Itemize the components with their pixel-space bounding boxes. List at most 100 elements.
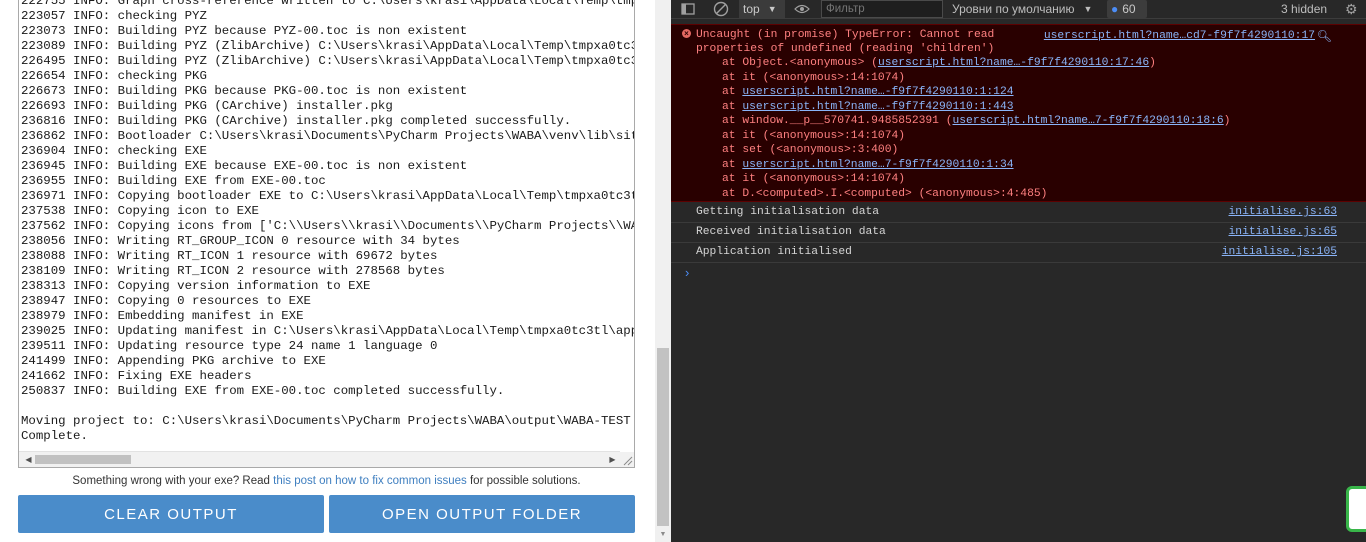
output-line: 223089 INFO: Building PYZ (ZlibArchive) … — [21, 39, 634, 53]
log-row: Received initialisation data initialise.j… — [671, 223, 1366, 243]
stack-frame: at userscript.html?name…-f9f7f4290110:1:… — [722, 85, 1014, 100]
stack-frame: at Object.<anonymous> (userscript.html?n… — [722, 56, 1156, 71]
output-line: 223057 INFO: checking PYZ — [21, 9, 207, 23]
output-line: 236816 INFO: Building PKG (CArchive) ins… — [21, 114, 572, 128]
log-source-link[interactable]: initialise.js:63 — [1229, 206, 1337, 218]
help-suffix: for possible solutions. — [466, 475, 581, 487]
stack-frame-link[interactable]: userscript.html?name…7-f9f7f4290110:18:6 — [953, 115, 1224, 127]
stack-frame-text: at — [722, 158, 743, 171]
stack-frame: at it (<anonymous>:14:1074) — [722, 172, 905, 187]
output-line: 238979 INFO: Embedding manifest in EXE — [21, 309, 304, 323]
stack-frame-text: at D.<computed>.I.<computed> (<anonymous… — [722, 187, 1048, 200]
output-line: 250837 INFO: Building EXE from EXE-00.to… — [21, 384, 505, 398]
error-source-link[interactable]: userscript.html?name…cd7-f9f7f4290110:17 — [1044, 30, 1315, 42]
output-line: 237562 INFO: Copying icons from ['C:\\Us… — [21, 219, 634, 233]
context-value: top — [743, 2, 760, 16]
vertical-scrollbar[interactable]: ▼ — [655, 0, 671, 542]
stack-frame: at userscript.html?name…7-f9f7f4290110:1… — [722, 158, 1014, 173]
error-line-1: Uncaught (in promise) TypeError: Cannot … — [696, 29, 995, 41]
output-line: 239511 INFO: Updating resource type 24 n… — [21, 339, 438, 353]
scroll-left-icon[interactable]: ◀ — [21, 452, 36, 467]
stack-frame-text: at — [722, 86, 743, 98]
log-levels-value: Уровни по умолчанию — [952, 2, 1075, 16]
stack-frame: at window.__p__570741.9485852391 (usersc… — [722, 114, 1230, 129]
error-circle-icon: × — [682, 29, 691, 38]
clear-output-button[interactable]: CLEAR OUTPUT — [18, 495, 324, 533]
stack-frame-text: at it (<anonymous>:14:1074) — [722, 129, 906, 142]
output-line: 236945 INFO: Building EXE because EXE-00… — [21, 159, 468, 173]
stack-frame-suffix: ) — [1149, 57, 1156, 69]
output-line: 236971 INFO: Copying bootloader EXE to C… — [21, 189, 634, 203]
output-line: 226495 INFO: Building PYZ (ZlibArchive) … — [21, 54, 634, 68]
message-count-badge[interactable]: ● 60 — [1107, 0, 1147, 18]
console-toolbar: top ▼ Уровни по умолчанию ▼ ● 60 3 hidde… — [671, 0, 1366, 19]
output-line: 237538 INFO: Copying icon to EXE — [21, 204, 259, 218]
stack-frame-link[interactable]: userscript.html?name…-f9f7f4290110:17:46 — [878, 57, 1149, 69]
settings-gear-icon[interactable]: ⚙ — [1345, 0, 1358, 18]
scroll-down-icon[interactable]: ▼ — [655, 528, 671, 540]
output-line: 238109 INFO: Writing RT_ICON 2 resource … — [21, 264, 445, 278]
output-line: 238088 INFO: Writing RT_ICON 1 resource … — [21, 249, 438, 263]
stack-frame-text: at Object.<anonymous> ( — [722, 57, 878, 69]
stack-frame-text: at window.__p__570741.9485852391 ( — [722, 115, 953, 127]
builder-pane: 222755 INFO: Graph cross-reference writt… — [0, 0, 655, 542]
horizontal-scroll-thumb[interactable] — [35, 455, 131, 464]
output-line: 236955 INFO: Building EXE from EXE-00.to… — [21, 174, 326, 188]
error-message[interactable]: × Uncaught (in promise) TypeError: Canno… — [671, 24, 1366, 202]
output-line: 239025 INFO: Updating manifest in C:\Use… — [21, 324, 634, 338]
log-levels-select[interactable]: Уровни по умолчанию ▼ — [952, 0, 1097, 18]
output-line: 241499 INFO: Appending PKG archive to EX… — [21, 354, 326, 368]
stack-frame: at set (<anonymous>:3:400) — [722, 143, 898, 158]
live-expression-eye-icon[interactable] — [794, 0, 810, 18]
help-prefix: Something wrong with your exe? Read — [72, 475, 274, 487]
output-line: 238947 INFO: Copying 0 resources to EXE — [21, 294, 311, 308]
log-message: Getting initialisation data — [696, 206, 880, 218]
output-line: 241662 INFO: Fixing EXE headers — [21, 369, 252, 383]
hidden-count: 3 hidden — [1281, 2, 1328, 16]
horizontal-scrollbar[interactable]: ◀ ▶ — [19, 451, 620, 467]
vertical-scroll-thumb[interactable] — [657, 348, 669, 526]
stack-frame-link[interactable]: userscript.html?name…7-f9f7f4290110:1:34 — [742, 159, 1013, 171]
output-line: 238313 INFO: Copying version information… — [21, 279, 371, 293]
log-source-link[interactable]: initialise.js:65 — [1229, 226, 1337, 238]
stack-frame: at D.<computed>.I.<computed> (<anonymous… — [722, 187, 1047, 202]
floating-widget[interactable] — [1346, 486, 1366, 532]
stack-frame-suffix: ) — [1223, 115, 1231, 127]
log-row: Application initialised initialise.js:105 — [671, 243, 1366, 263]
search-icon[interactable]: 🔍︎ — [1317, 29, 1332, 43]
filter-input[interactable] — [821, 0, 943, 18]
clear-console-icon[interactable] — [713, 0, 729, 18]
message-count: 60 — [1122, 2, 1136, 16]
log-row: Getting initialisation data initialise.js… — [671, 203, 1366, 223]
output-line: Complete. — [21, 429, 88, 443]
dock-side-icon[interactable] — [681, 0, 695, 18]
stack-frame-text: at it (<anonymous>:14:1074) — [722, 71, 906, 84]
output-console[interactable]: 222755 INFO: Graph cross-reference writt… — [18, 0, 635, 468]
error-line-2: properties of undefined (reading 'childr… — [696, 43, 995, 55]
output-line: 222755 INFO: Graph cross-reference writt… — [21, 0, 634, 8]
help-text: Something wrong with your exe? Read this… — [18, 475, 635, 487]
resize-grip-icon[interactable] — [620, 452, 634, 467]
stack-frame: at it (<anonymous>:14:1074) — [722, 71, 905, 86]
output-line: 236904 INFO: checking EXE — [21, 144, 207, 158]
log-message: Received initialisation data — [696, 226, 886, 238]
chevron-down-icon: ▼ — [1083, 4, 1093, 14]
help-link[interactable]: this post on how to fix common issues — [273, 475, 467, 487]
scroll-right-icon[interactable]: ▶ — [605, 452, 620, 467]
stack-frame: at it (<anonymous>:14:1074) — [722, 129, 905, 144]
console-prompt-icon[interactable]: › — [685, 265, 689, 280]
output-line: 226654 INFO: checking PKG — [21, 69, 207, 83]
output-line: 223073 INFO: Building PYZ because PYZ-00… — [21, 24, 468, 38]
output-line: 236862 INFO: Bootloader C:\Users\krasi\D… — [21, 129, 634, 143]
chevron-down-icon: ▼ — [767, 4, 777, 14]
stack-frame: at userscript.html?name…-f9f7f4290110:1:… — [722, 100, 1014, 115]
output-line: 238056 INFO: Writing RT_GROUP_ICON 0 res… — [21, 234, 460, 248]
stack-frame-link[interactable]: userscript.html?name…-f9f7f4290110:1:443 — [742, 101, 1013, 113]
devtools-console: top ▼ Уровни по умолчанию ▼ ● 60 3 hidde… — [671, 0, 1366, 542]
output-lines: 222755 INFO: Graph cross-reference writt… — [21, 0, 634, 444]
context-select[interactable]: top ▼ — [739, 0, 785, 18]
log-source-link[interactable]: initialise.js:105 — [1222, 246, 1337, 258]
open-output-folder-button[interactable]: OPEN OUTPUT FOLDER — [329, 495, 635, 533]
stack-frame-link[interactable]: userscript.html?name…-f9f7f4290110:1:124 — [742, 86, 1013, 98]
